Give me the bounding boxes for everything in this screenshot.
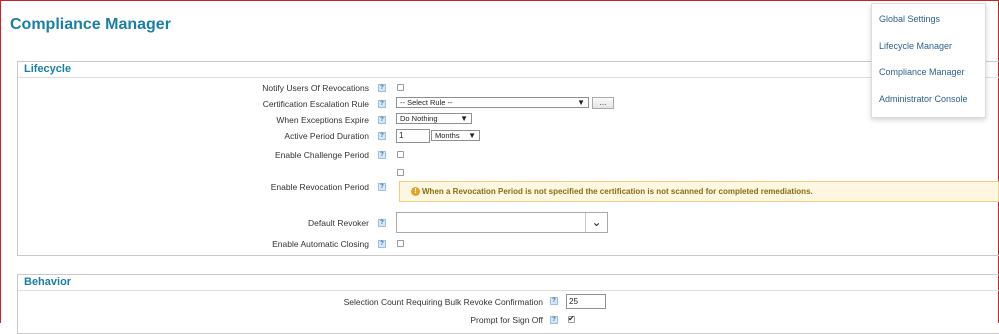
challenge-help-icon[interactable]: ? (378, 151, 386, 159)
auto-close-help-icon[interactable]: ? (378, 240, 386, 248)
exceptions-help-icon[interactable]: ? (378, 116, 386, 124)
auto-close-checkbox[interactable] (397, 240, 404, 247)
escalation-help-icon[interactable]: ? (378, 100, 386, 108)
menu-item-compliance-manager[interactable]: Compliance Manager (879, 67, 965, 77)
revoker-combobox[interactable]: ⌄ (396, 212, 608, 233)
revoker-label: Default Revoker (308, 218, 369, 228)
menu-item-lifecycle-manager[interactable]: Lifecycle Manager (879, 41, 952, 51)
auto-close-label: Enable Automatic Closing (272, 239, 369, 249)
exceptions-select-value: Do Nothing (400, 114, 438, 123)
escalation-label: Certification Escalation Rule (262, 99, 369, 109)
escalation-select[interactable]: -- Select Rule -- ▼ (396, 97, 589, 108)
chevron-down-icon: ▼ (468, 131, 476, 140)
exceptions-label: When Exceptions Expire (276, 115, 369, 125)
escalation-select-value: -- Select Rule -- (400, 98, 453, 107)
bulk-revoke-input[interactable]: 25 (566, 294, 606, 309)
notify-help-icon[interactable]: ? (378, 84, 386, 92)
active-period-label: Active Period Duration (284, 131, 369, 141)
chevron-down-icon[interactable]: ⌄ (585, 213, 607, 232)
signoff-checkbox[interactable] (568, 314, 575, 323)
active-period-help-icon[interactable]: ? (378, 132, 386, 140)
warning-icon: ! (411, 187, 420, 196)
notify-checkbox[interactable] (397, 84, 404, 91)
revocation-warning-text: When a Revocation Period is not specifie… (422, 187, 813, 196)
active-period-unit-select[interactable]: Months ▼ (431, 130, 480, 141)
bulk-revoke-help-icon[interactable]: ? (550, 297, 558, 305)
notify-label: Notify Users Of Revocations (262, 83, 369, 93)
behavior-heading: Behavior (18, 275, 999, 291)
revocation-label: Enable Revocation Period (270, 182, 369, 192)
bulk-revoke-label: Selection Count Requiring Bulk Revoke Co… (343, 297, 543, 307)
active-period-input[interactable]: 1 (396, 129, 430, 143)
exceptions-select[interactable]: Do Nothing ▼ (396, 113, 472, 124)
active-period-unit-value: Months (435, 131, 460, 140)
settings-dropdown-menu: Global Settings Lifecycle Manager Compli… (871, 3, 986, 118)
challenge-checkbox[interactable] (397, 151, 404, 158)
menu-item-administrator-console[interactable]: Administrator Console (879, 94, 968, 104)
challenge-label: Enable Challenge Period (274, 150, 369, 160)
revocation-checkbox[interactable] (397, 169, 404, 176)
escalation-browse-button[interactable]: ... (592, 97, 614, 109)
menu-item-global-settings[interactable]: Global Settings (879, 14, 940, 24)
page-title: Compliance Manager (10, 16, 171, 33)
signoff-label: Prompt for Sign Off (470, 315, 543, 325)
chevron-down-icon: ▼ (577, 98, 585, 107)
revocation-warning-banner: ! When a Revocation Period is not specif… (399, 181, 999, 202)
lifecycle-heading: Lifecycle (18, 62, 999, 78)
chevron-down-icon: ▼ (460, 114, 468, 123)
revocation-help-icon[interactable]: ? (378, 183, 386, 191)
revoker-help-icon[interactable]: ? (378, 219, 386, 227)
